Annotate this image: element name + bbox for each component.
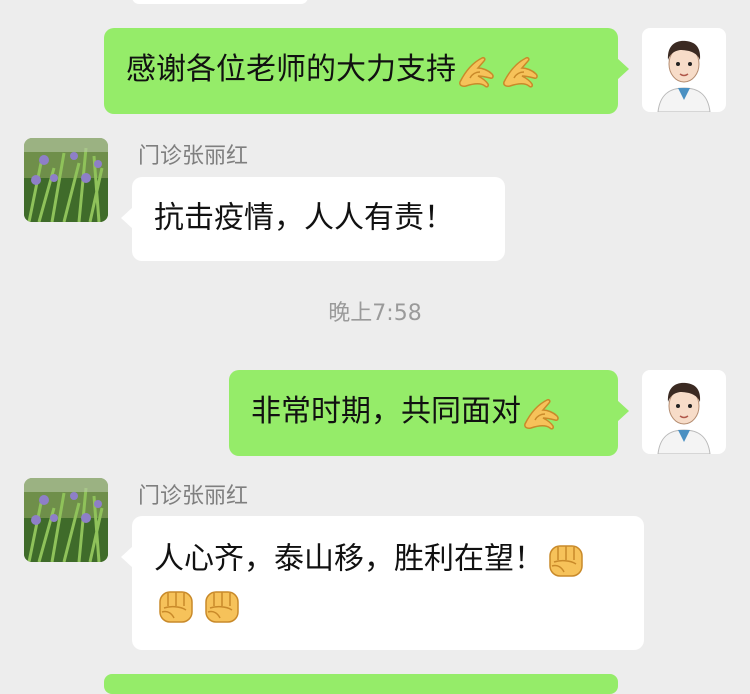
raised-fist-emoji bbox=[200, 584, 244, 628]
next-message-bubble bbox=[104, 674, 618, 694]
sender-avatar[interactable] bbox=[24, 478, 108, 562]
sender-name: 门诊张丽红 bbox=[138, 484, 249, 509]
raised-fist-emoji bbox=[154, 584, 198, 628]
message-text: 抗击疫情，人人有责！ bbox=[154, 200, 454, 236]
ok-hand-emoji bbox=[456, 48, 500, 92]
my-avatar[interactable] bbox=[642, 28, 726, 112]
ok-hand-emoji bbox=[521, 390, 565, 434]
sender-avatar[interactable] bbox=[24, 138, 108, 222]
ok-hand-emoji bbox=[500, 48, 544, 92]
their-message-bubble[interactable]: 抗击疫情，人人有责！ bbox=[121, 177, 505, 261]
my-message-bubble[interactable]: 感谢各位老师的大力支持 bbox=[104, 28, 629, 114]
raised-fist-emoji bbox=[544, 538, 588, 582]
timestamp: 晚上7:58 bbox=[328, 301, 422, 326]
sender-name: 门诊张丽红 bbox=[138, 144, 249, 169]
message-text: 非常时期，共同面对 bbox=[251, 394, 521, 429]
my-message-bubble[interactable]: 非常时期，共同面对 bbox=[229, 370, 629, 456]
previous-message-bubble bbox=[132, 0, 308, 4]
my-avatar[interactable] bbox=[642, 370, 726, 454]
their-message-bubble[interactable]: 人心齐，泰山移，胜利在望！ bbox=[121, 516, 644, 650]
message-text: 人心齐，泰山移，胜利在望！ bbox=[154, 541, 544, 577]
message-text: 感谢各位老师的大力支持 bbox=[126, 52, 456, 87]
